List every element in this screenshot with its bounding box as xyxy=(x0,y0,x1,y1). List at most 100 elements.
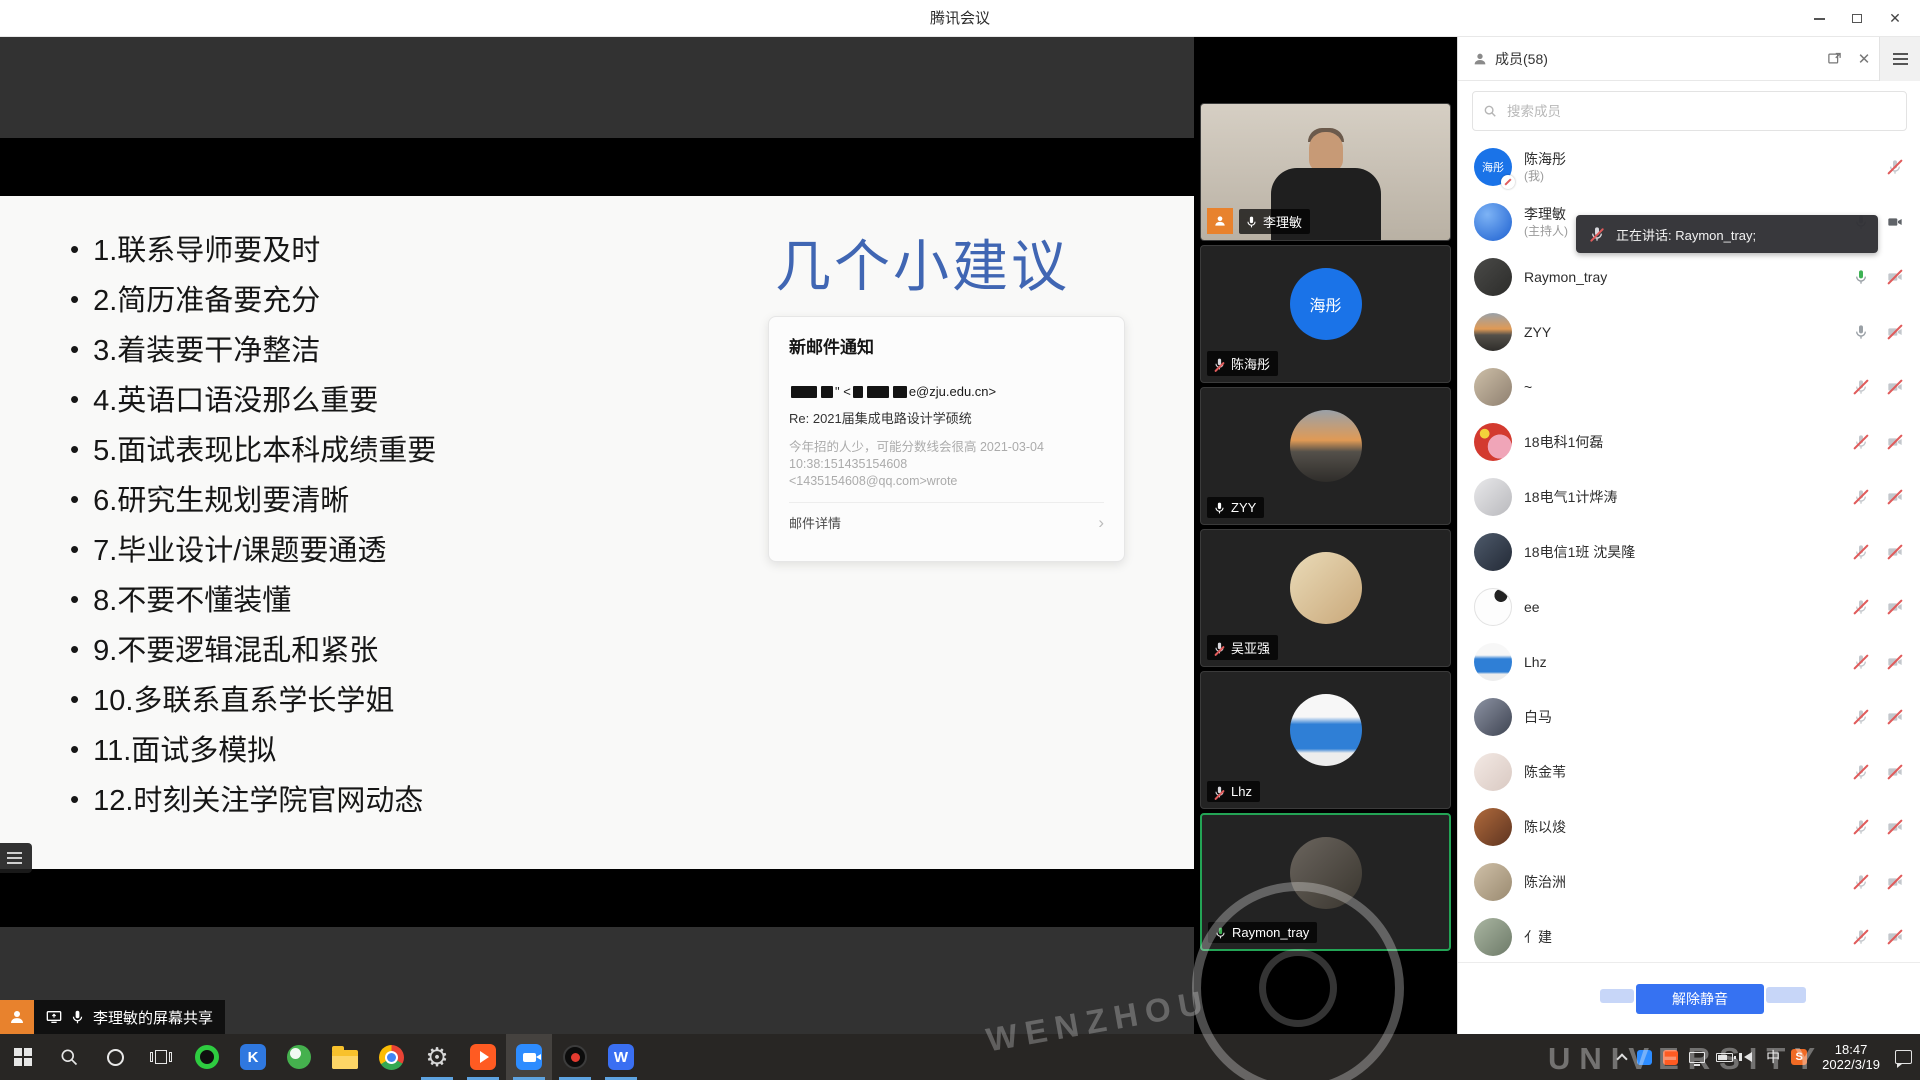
unmute-button[interactable]: 解除静音 xyxy=(1636,984,1764,1014)
member-row[interactable]: Lhz xyxy=(1458,634,1920,689)
taskbar-app-k[interactable]: K xyxy=(230,1034,276,1080)
tile-name-pill: ZYY xyxy=(1207,497,1264,518)
taskbar-search-button[interactable] xyxy=(46,1034,92,1080)
microphone-muted-icon xyxy=(1851,597,1871,617)
avatar xyxy=(1290,410,1362,482)
taskbar-app-orange[interactable] xyxy=(460,1034,506,1080)
video-tile-chenhaitong[interactable]: 海彤 陈海彤 xyxy=(1200,245,1451,383)
member-name: ee xyxy=(1524,598,1851,616)
word-button[interactable]: W xyxy=(598,1034,644,1080)
member-row[interactable]: ~ xyxy=(1458,359,1920,414)
avatar: 海彤 xyxy=(1290,268,1362,340)
participant-name: 李理敏 xyxy=(1263,212,1302,231)
camera-off-icon xyxy=(1885,707,1905,727)
member-row[interactable]: 陈金苇 xyxy=(1458,744,1920,799)
video-tile-raymon-tray-speaking[interactable]: Raymon_tray xyxy=(1200,813,1451,951)
tray-meeting-icon[interactable] xyxy=(1637,1050,1652,1065)
file-explorer-button[interactable] xyxy=(322,1034,368,1080)
microphone-muted-icon xyxy=(1851,487,1871,507)
avatar xyxy=(1474,918,1512,956)
member-row[interactable]: ee xyxy=(1458,579,1920,634)
member-row[interactable]: 陈治洲 xyxy=(1458,854,1920,909)
settings-button[interactable]: ⚙ xyxy=(414,1034,460,1080)
popout-panel-button[interactable] xyxy=(1819,37,1849,81)
email-sender-address: e@zju.edu.cn> xyxy=(909,384,996,399)
member-row[interactable]: 陈以焌 xyxy=(1458,799,1920,854)
minimize-button[interactable] xyxy=(1800,0,1838,37)
member-role: (我) xyxy=(1524,168,1885,184)
member-row[interactable]: 18电科1何磊 xyxy=(1458,414,1920,469)
app-window: 腾讯会议 ✕ 1.联系导师要及时 2.简历准备要充分 3.着装要干净整洁 4.英… xyxy=(0,0,1920,1080)
member-search-box[interactable] xyxy=(1472,91,1907,131)
member-row[interactable]: 亻建 xyxy=(1458,909,1920,962)
member-row[interactable]: ZYY xyxy=(1458,304,1920,359)
video-tile-liliming[interactable]: 李理敏 xyxy=(1200,103,1451,241)
person-icon xyxy=(1213,214,1227,228)
member-search-input[interactable] xyxy=(1505,103,1896,120)
email-preview-line: 10:38:151435154608 xyxy=(789,456,1104,473)
member-row[interactable]: 18电信1班 沈昊隆 xyxy=(1458,524,1920,579)
battery-icon[interactable] xyxy=(1716,1053,1733,1062)
tray-orange-app-icon[interactable] xyxy=(1663,1050,1678,1065)
taskbar-clock[interactable]: 18:47 2022/3/19 xyxy=(1822,1042,1880,1072)
microphone-muted-icon xyxy=(1851,872,1871,892)
members-panel-footer: 解除静音 xyxy=(1458,962,1920,1034)
chrome-button[interactable] xyxy=(368,1034,414,1080)
video-tile-wuyaqiang[interactable]: 吴亚强 xyxy=(1200,529,1451,667)
action-center-icon[interactable] xyxy=(1895,1050,1912,1064)
member-name: 亻建 xyxy=(1524,928,1851,946)
members-panel-header: 成员(58) ✕ xyxy=(1458,37,1920,81)
member-row[interactable]: 白马 xyxy=(1458,689,1920,744)
volume-icon[interactable] xyxy=(1744,1052,1752,1062)
video-tile-zyy[interactable]: ZYY xyxy=(1200,387,1451,525)
avatar-initials: 海彤 xyxy=(1482,159,1504,175)
microphone-icon xyxy=(1851,322,1871,342)
member-row[interactable]: 18电气1计烨涛 xyxy=(1458,469,1920,524)
maximize-button[interactable] xyxy=(1838,0,1876,37)
taskbar-app-green-recorder[interactable] xyxy=(184,1034,230,1080)
member-row[interactable]: Raymon_tray xyxy=(1458,249,1920,304)
screen-share-icon xyxy=(46,1009,62,1025)
record-icon xyxy=(563,1045,587,1069)
collapsed-toolbar-handle[interactable] xyxy=(0,843,32,873)
start-button[interactable] xyxy=(0,1034,46,1080)
microphone-icon xyxy=(1213,501,1226,514)
redaction-block xyxy=(821,386,833,398)
member-row[interactable]: 海彤 陈海彤 (我) xyxy=(1458,139,1920,194)
microphone-speaking-icon xyxy=(1851,267,1871,287)
folder-icon xyxy=(332,1050,358,1069)
camera-off-icon xyxy=(1885,432,1905,452)
email-preview-line: 今年招的人少，可能分数线会很高 2021-03-04 xyxy=(789,439,1104,456)
cortana-button[interactable] xyxy=(92,1034,138,1080)
avatar xyxy=(1474,808,1512,846)
slide-bullet: 6.研究生规划要清晰 xyxy=(70,476,436,526)
screen-share-view: 1.联系导师要及时 2.简历准备要充分 3.着装要干净整洁 4.英语口语没那么重… xyxy=(0,37,1194,1034)
taskbar-app-green-browser[interactable] xyxy=(276,1034,322,1080)
panel-menu-button[interactable] xyxy=(1879,37,1920,81)
microphone-muted-icon xyxy=(1851,817,1871,837)
tray-expand-chevron-icon[interactable] xyxy=(1616,1053,1627,1064)
slide-bullet: 7.毕业设计/课题要通透 xyxy=(70,526,436,576)
watermark-fragment xyxy=(1766,987,1806,1003)
email-preview-line: <1435154608@qq.com>wrote xyxy=(789,473,1104,490)
member-name: 18电科1何磊 xyxy=(1524,433,1851,451)
slide-bullet: 12.时刻关注学院官网动态 xyxy=(70,776,436,826)
task-view-button[interactable] xyxy=(138,1034,184,1080)
ime-indicator[interactable]: 中 xyxy=(1766,1047,1780,1067)
screen-recorder-button[interactable] xyxy=(552,1034,598,1080)
tile-name-pill: 陈海彤 xyxy=(1207,351,1278,376)
close-panel-button[interactable]: ✕ xyxy=(1849,37,1879,81)
redaction-block xyxy=(853,386,863,398)
tencent-meeting-button[interactable] xyxy=(506,1034,552,1080)
system-tray: 中 S 18:47 2022/3/19 xyxy=(1618,1034,1912,1080)
sogou-input-icon[interactable]: S xyxy=(1791,1049,1807,1065)
email-sender-fragment: " < xyxy=(835,384,851,399)
email-details-label: 邮件详情 xyxy=(789,513,1098,532)
tray-display-icon[interactable] xyxy=(1689,1052,1705,1063)
video-tile-lhz[interactable]: Lhz xyxy=(1200,671,1451,809)
member-name: 陈治洲 xyxy=(1524,873,1851,891)
member-list: 海彤 陈海彤 (我) 李理敏 (主持人) xyxy=(1458,139,1920,962)
members-panel-title: 成员(58) xyxy=(1495,49,1819,69)
close-button[interactable]: ✕ xyxy=(1876,0,1914,37)
email-subject: Re: 2021届集成电路设计学硕统 xyxy=(789,408,1104,427)
